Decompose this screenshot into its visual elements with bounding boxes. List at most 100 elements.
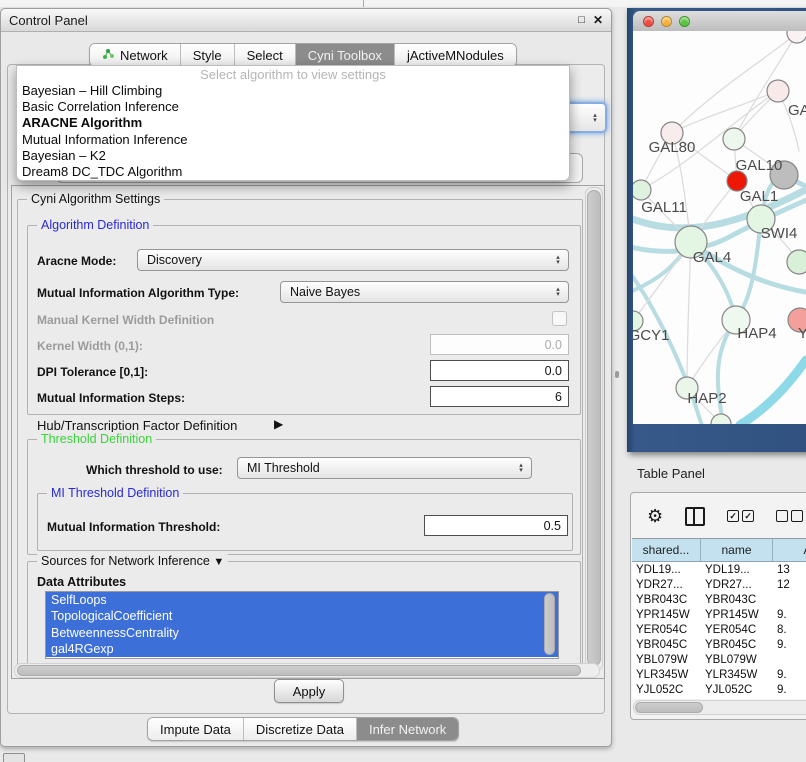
float-window-icon[interactable]: □ [578, 14, 585, 26]
dpi-tolerance-input[interactable]: 0.0 [430, 360, 569, 381]
table-row[interactable]: YPR145WYPR145W9. [632, 607, 806, 622]
which-threshold-select[interactable]: MI Threshold ▴▾ [237, 457, 532, 479]
select-all-icon[interactable]: ✓✓ [727, 510, 754, 522]
settings-vscroll-thumb[interactable] [587, 190, 601, 666]
column-header-a[interactable]: A [773, 539, 806, 562]
network-node[interactable] [787, 250, 806, 274]
split-columns-icon[interactable] [685, 507, 705, 526]
aracne-mode-select[interactable]: Discovery ▴▾ [137, 249, 569, 271]
table-row[interactable]: YDR27...YDR27...12 [632, 577, 806, 592]
node-label-hap4: HAP4 [737, 325, 776, 342]
tab-style[interactable]: Style [181, 44, 235, 66]
close-window-icon[interactable]: ✕ [593, 13, 603, 27]
combo-stepper-icon: ▴▾ [588, 106, 602, 129]
algorithm-option-basic-correlation-inference[interactable]: Basic Correlation Inference [17, 98, 569, 114]
aracne-mode-value: Discovery [147, 253, 202, 267]
mi-threshold-label: Mutual Information Threshold: [47, 520, 220, 534]
table-hscroll-thumb[interactable] [635, 702, 703, 713]
minimize-traffic-light[interactable] [661, 16, 672, 27]
node-label-gal: GAL [788, 102, 806, 119]
network-graph: GALGAL80GAL10GAL1GAL11SWI4GAL4GCY1HAP4YH… [633, 31, 806, 424]
node-label-gal80: GAL80 [649, 139, 696, 156]
zoom-traffic-light[interactable] [679, 16, 690, 27]
network-node[interactable] [723, 128, 745, 150]
table-row[interactable]: YER054CYER054C8. [632, 622, 806, 637]
combo-stepper-icon: ▴▾ [514, 460, 528, 476]
mi-threshold-input[interactable]: 0.5 [424, 515, 568, 536]
node-label-hap2: HAP2 [687, 390, 726, 407]
table-row[interactable]: YBL079WYBL079W [632, 653, 806, 668]
algorithm-option-bayesian-k2[interactable]: Bayesian – K2 [17, 147, 569, 163]
algorithm-definition-legend: Algorithm Definition [37, 218, 153, 232]
node-table: shared...nameA YDL19...YDL19...13YDR27..… [632, 538, 806, 699]
deselect-all-icon[interactable] [776, 510, 803, 522]
gear-icon[interactable]: ⚙ [647, 507, 663, 525]
attribute-item-betweennesscentrality[interactable]: BetweennessCentrality [46, 625, 558, 641]
network-edge[interactable] [740, 360, 806, 424]
tab-discretize-data[interactable]: Discretize Data [244, 718, 357, 740]
manual-kernel-checkbox[interactable] [552, 311, 567, 326]
table-body: YDL19...YDL19...13YDR27...YDR27...12YBR0… [632, 562, 806, 698]
network-view-window[interactable]: GALGAL80GAL10GAL1GAL11SWI4GAL4GCY1HAP4YH… [627, 8, 806, 452]
algorithm-option-bayesian-hill-climbing[interactable]: Bayesian – Hill Climbing [17, 82, 569, 98]
table-row[interactable]: YBR043CYBR043C [632, 592, 806, 607]
network-node[interactable] [633, 180, 651, 200]
algorithm-option-aracne-algorithm[interactable]: ARACNE Algorithm [17, 115, 569, 131]
attributes-list-scrollbar[interactable] [544, 593, 555, 655]
hub-expand-arrow-icon[interactable]: ▶ [274, 417, 283, 431]
tab-network[interactable]: Network [90, 44, 181, 66]
algorithm-option-mutual-information-inference[interactable]: Mutual Information Inference [17, 131, 569, 147]
tab-jactivemnodules[interactable]: jActiveMNodules [395, 44, 516, 66]
algorithm-dropdown-options: Bayesian – Hill ClimbingBasic Correlatio… [17, 82, 569, 180]
table-panel-title: Table Panel [637, 466, 705, 481]
table-row[interactable]: YLR345WYLR345W9. [632, 668, 806, 683]
node-label-gal11: GAL11 [641, 199, 687, 216]
apply-button[interactable]: Apply [274, 679, 344, 703]
node-label-gal4: GAL4 [693, 249, 731, 266]
tab-select[interactable]: Select [235, 44, 296, 66]
node-label-y: Y [798, 325, 806, 342]
app-root: Control Panel □ ✕ NetworkStyleSelectCyni… [0, 0, 806, 762]
network-canvas[interactable]: GALGAL80GAL10GAL1GAL11SWI4GAL4GCY1HAP4YH… [633, 31, 806, 424]
mi-steps-input[interactable]: 6 [430, 386, 569, 407]
table-panel: ⚙ ✓✓ shared...nameA YDL19...YDL19...13YD… [630, 492, 806, 720]
table-row[interactable]: YDL19...YDL19...13 [632, 562, 806, 577]
column-header-name[interactable]: name [701, 539, 773, 562]
data-attributes-list: SelfLoopsTopologicalCoefficientBetweenne… [45, 591, 559, 659]
attribute-item-gal4rgexp[interactable]: gal4RGexp [46, 641, 558, 657]
attribute-item-topologicalcoefficient[interactable]: TopologicalCoefficient [46, 608, 558, 624]
hub-section-label[interactable]: Hub/Transcription Factor Definition [37, 418, 237, 433]
table-row[interactable]: YJL052CYJL052C9. [632, 683, 806, 698]
split-pane-handle[interactable] [615, 371, 619, 378]
sources-legend[interactable]: Sources for Network Inference ▼ [37, 554, 228, 568]
tab-impute-data[interactable]: Impute Data [148, 718, 244, 740]
tab-infer-network[interactable]: Infer Network [357, 718, 458, 740]
control-panel-bottom-tabs: Impute DataDiscretize DataInfer Network [147, 717, 459, 741]
algorithm-dropdown: Select algorithm to view settings Bayesi… [16, 65, 570, 181]
which-threshold-value: MI Threshold [247, 461, 320, 475]
settings-hscroll-thumb[interactable] [17, 665, 581, 676]
network-edge[interactable] [672, 91, 778, 133]
network-view-titlebar[interactable] [633, 11, 806, 32]
network-edge[interactable] [687, 242, 691, 388]
column-header-shared-[interactable]: shared... [632, 539, 701, 562]
mi-steps-label: Mutual Information Steps: [37, 391, 185, 405]
table-row[interactable]: YBR045CYBR045C9. [632, 637, 806, 652]
algorithm-option-dream8-dc-tdc-algorithm[interactable]: Dream8 DC_TDC Algorithm [17, 163, 569, 179]
attribute-item-selfloops[interactable]: SelfLoops [46, 592, 558, 608]
minimized-panel-icon[interactable] [3, 753, 25, 762]
combo-stepper-icon: ▴▾ [551, 252, 565, 268]
control-panel-tabs: NetworkStyleSelectCyni ToolboxjActiveMNo… [89, 43, 517, 67]
node-label-swi4: SWI4 [761, 225, 798, 242]
sources-collapse-arrow-icon[interactable]: ▼ [213, 556, 224, 568]
manual-kernel-label: Manual Kernel Width Definition [37, 313, 214, 327]
tab-cyni-toolbox[interactable]: Cyni Toolbox [296, 44, 395, 66]
kernel-width-input[interactable]: 0.0 [430, 334, 569, 355]
network-node[interactable] [787, 31, 806, 43]
network-node[interactable] [711, 414, 731, 424]
close-traffic-light[interactable] [643, 16, 654, 27]
table-toolbar: ⚙ ✓✓ [647, 503, 806, 529]
control-panel-titlebar[interactable]: Control Panel □ ✕ [1, 9, 611, 32]
mi-type-select[interactable]: Naive Bayes ▴▾ [280, 281, 569, 303]
network-node[interactable] [767, 80, 789, 102]
